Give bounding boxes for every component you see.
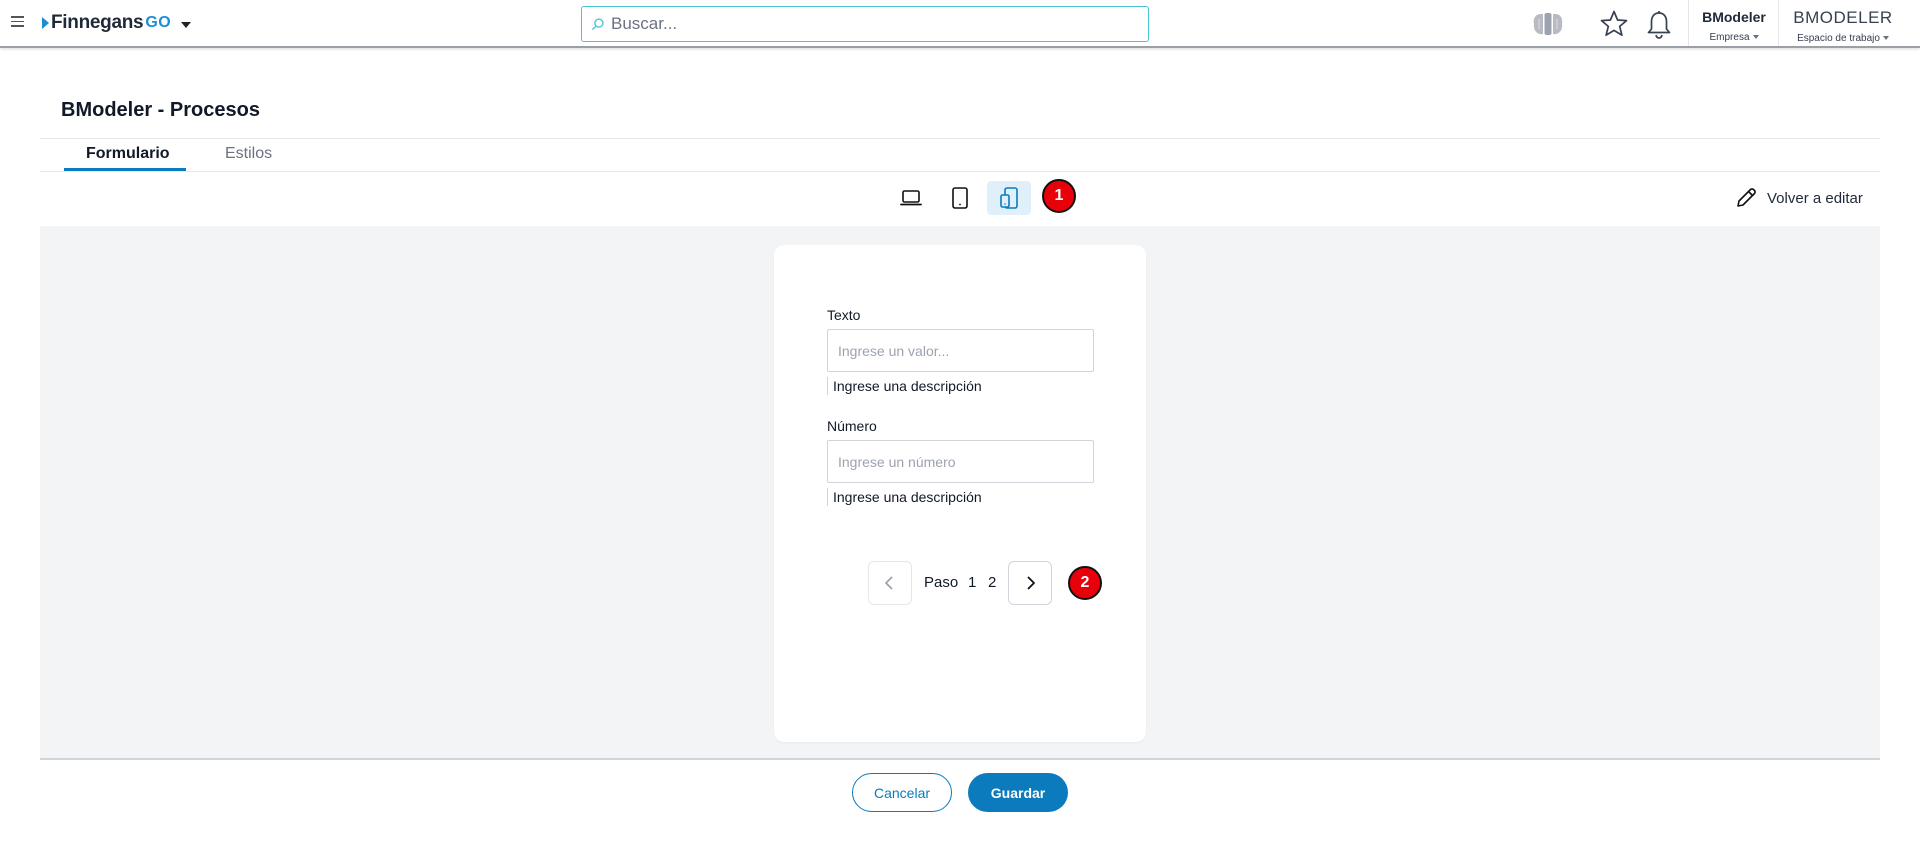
tab-estilos[interactable]: Estilos — [225, 145, 272, 163]
mobile-view-button[interactable] — [987, 181, 1031, 215]
star-icon[interactable] — [1599, 9, 1629, 39]
hamburger-menu-icon[interactable] — [11, 16, 24, 28]
back-to-edit-label: Volver a editar — [1767, 189, 1863, 207]
company-name: BModeler — [1702, 9, 1766, 25]
search-input[interactable] — [611, 14, 1131, 34]
logo-chevron-icon — [42, 17, 49, 29]
caret-down-icon[interactable] — [181, 21, 192, 28]
previous-step-button[interactable] — [868, 561, 912, 605]
workspace-label: Espacio de trabajo — [1797, 33, 1880, 44]
laptop-view-button[interactable] — [889, 181, 933, 215]
caret-down-icon — [1882, 36, 1889, 41]
pager-label: Paso — [924, 574, 959, 591]
logo-go: GO — [145, 14, 172, 31]
mobile-icon — [1000, 187, 1018, 209]
pencil-icon — [1737, 188, 1756, 207]
caret-down-icon — [1752, 35, 1759, 40]
save-button[interactable]: Guardar — [968, 773, 1068, 812]
tablet-icon — [952, 187, 968, 209]
search-icon — [591, 17, 604, 30]
workspace-selector[interactable]: BMODELER Espacio de trabajo — [1781, 0, 1905, 46]
field-description: Ingrese una descripción — [827, 377, 982, 395]
field-description: Ingrese una descripción — [827, 488, 982, 506]
tab-formulario[interactable]: Formulario — [86, 145, 170, 163]
laptop-icon — [900, 190, 922, 206]
tablet-view-button[interactable] — [938, 181, 982, 215]
cancel-button[interactable]: Cancelar — [852, 773, 952, 812]
divider — [40, 171, 1880, 172]
back-to-edit-button[interactable]: Volver a editar — [1734, 185, 1863, 211]
logo-text: Finnegans — [51, 12, 144, 33]
page-title: BModeler - Procesos — [61, 99, 260, 121]
pager-page-2[interactable]: 2 — [988, 574, 996, 591]
bell-icon[interactable] — [1645, 10, 1673, 40]
numero-input[interactable] — [827, 440, 1094, 483]
step-badge-2: 2 — [1068, 566, 1102, 600]
chevron-right-icon — [1027, 576, 1035, 590]
divider — [1688, 0, 1689, 46]
texto-input[interactable] — [827, 329, 1094, 372]
company-label: Empresa — [1709, 32, 1750, 43]
brain-icon[interactable] — [1531, 11, 1565, 37]
search-box[interactable] — [581, 6, 1149, 42]
pager-page-1[interactable]: 1 — [968, 574, 976, 591]
field-label-texto: Texto — [827, 307, 861, 323]
workspace-name: BMODELER — [1793, 8, 1893, 27]
next-step-button[interactable] — [1008, 561, 1052, 605]
chevron-left-icon — [885, 576, 893, 590]
top-bar: Finnegans GO BModeler Empresa BMODELER E… — [0, 0, 1920, 48]
divider — [40, 138, 1880, 139]
app-logo[interactable]: Finnegans GO — [42, 12, 192, 34]
field-label-numero: Número — [827, 418, 877, 434]
step-badge-1: 1 — [1042, 179, 1076, 213]
divider — [1778, 0, 1779, 46]
company-selector[interactable]: BModeler Empresa — [1692, 0, 1776, 46]
